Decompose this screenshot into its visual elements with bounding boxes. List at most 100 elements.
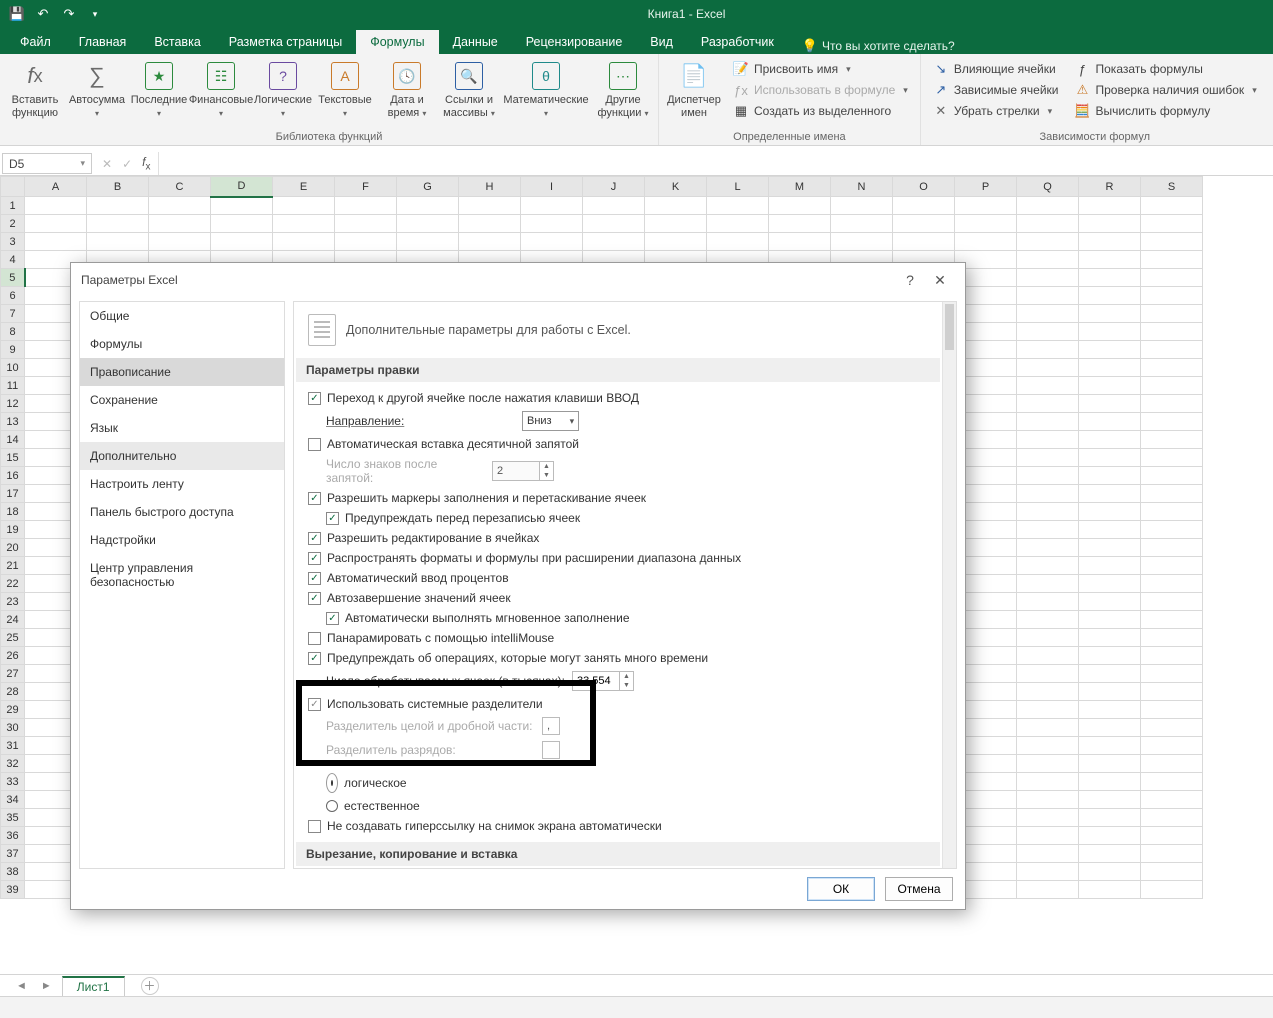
tab-review[interactable]: Рецензирование — [512, 30, 637, 54]
evaluate-icon: 🧮 — [1075, 103, 1091, 119]
insert-function-button[interactable]: fx Вставить функцию — [6, 57, 64, 131]
nav-advanced[interactable]: Дополнительно — [80, 442, 284, 470]
logical-icon: ? — [267, 60, 299, 92]
checkbox-move-after-enter[interactable] — [308, 392, 321, 405]
cancel-button[interactable]: Отмена — [885, 877, 953, 901]
fx-icon[interactable]: fx — [142, 155, 150, 172]
name-manager-icon: 📄 — [678, 60, 710, 92]
checkbox-system-separators[interactable] — [308, 698, 321, 711]
sheet-nav-next[interactable]: ► — [37, 980, 56, 992]
checkbox-edit-in-cell[interactable] — [308, 532, 321, 545]
trace-prec-icon: ↘ — [933, 61, 949, 77]
name-box[interactable]: D5▾ — [2, 153, 92, 174]
tab-file[interactable]: Файл — [6, 30, 65, 54]
trace-dependents-button[interactable]: ↗Зависимые ячейки — [927, 80, 1065, 100]
tab-insert[interactable]: Вставка — [140, 30, 214, 54]
function-library-label: Библиотека функций — [6, 131, 652, 145]
radio-logical[interactable] — [326, 773, 338, 793]
use-in-formula-button[interactable]: ƒxИспользовать в формуле — [727, 80, 914, 100]
nav-formulas[interactable]: Формулы — [80, 330, 284, 358]
enter-icon[interactable]: ✓ — [122, 157, 132, 171]
tab-formulas[interactable]: Формулы — [356, 30, 438, 54]
close-button[interactable]: ✕ — [925, 272, 955, 289]
selection-icon: ▦ — [733, 103, 749, 119]
tab-developer[interactable]: Разработчик — [687, 30, 788, 54]
nav-save[interactable]: Сохранение — [80, 386, 284, 414]
decimal-sep-input[interactable] — [542, 717, 560, 735]
dialog-titlebar: Параметры Excel ? ✕ — [71, 263, 965, 297]
cells-thousands-spinner[interactable]: ▲▼ — [572, 671, 634, 691]
financial-functions-button[interactable]: ☷ Финансовые▾ — [192, 57, 250, 131]
checkbox-alert-overwrite[interactable] — [326, 512, 339, 525]
ribbon-tabs: Файл Главная Вставка Разметка страницы Ф… — [0, 28, 1273, 54]
nav-customize-ribbon[interactable]: Настроить ленту — [80, 470, 284, 498]
show-formulas-button[interactable]: ƒПоказать формулы — [1069, 59, 1263, 79]
tab-layout[interactable]: Разметка страницы — [215, 30, 356, 54]
trace-precedents-button[interactable]: ↘Влияющие ячейки — [927, 59, 1065, 79]
sheet-nav-prev[interactable]: ◄ — [12, 980, 31, 992]
create-from-selection-button[interactable]: ▦Создать из выделенного — [727, 101, 914, 121]
dialog-scrollbar[interactable] — [942, 302, 956, 868]
tab-home[interactable]: Главная — [65, 30, 141, 54]
defined-names-label: Определенные имена — [665, 131, 914, 145]
autosum-button[interactable]: ∑ Автосумма▾ — [68, 57, 126, 131]
redo-icon[interactable]: ↷ — [58, 3, 80, 25]
checkbox-auto-decimal[interactable] — [308, 438, 321, 451]
direction-select[interactable]: Вниз — [522, 411, 579, 431]
nav-trust-center[interactable]: Центр управления безопасностью — [80, 554, 284, 596]
clock-icon: 🕓 — [391, 60, 423, 92]
checkbox-percent-entry[interactable] — [308, 572, 321, 585]
define-name-button[interactable]: 📝Присвоить имя — [727, 59, 914, 79]
ribbon: fx Вставить функцию ∑ Автосумма▾ ★ После… — [0, 54, 1273, 146]
tab-data[interactable]: Данные — [439, 30, 512, 54]
decimal-places-spinner[interactable]: ▲▼ — [492, 461, 554, 481]
add-sheet-button[interactable]: ＋ — [141, 977, 159, 995]
help-button[interactable]: ? — [895, 272, 925, 288]
datetime-functions-button[interactable]: 🕓 Дата и время ▾ — [378, 57, 436, 131]
evaluate-formula-button[interactable]: 🧮Вычислить формулу — [1069, 101, 1263, 121]
formula-input[interactable] — [159, 152, 1273, 175]
checkbox-no-hyperlink-screenshot[interactable] — [308, 820, 321, 833]
name-manager-button[interactable]: 📄 Диспетчер имен — [665, 57, 723, 131]
undo-icon[interactable]: ↶ — [32, 3, 54, 25]
text-functions-button[interactable]: A Текстовые▾ — [316, 57, 374, 131]
lightbulb-icon: 💡 — [802, 38, 818, 54]
sheet-tab-bar: ◄ ► Лист1 ＋ — [0, 974, 1273, 996]
dialog-header: Дополнительные параметры для работы с Ex… — [346, 323, 631, 337]
checkbox-autocomplete[interactable] — [308, 592, 321, 605]
tell-me-label: Что вы хотите сделать? — [822, 39, 955, 53]
checkbox-fill-handle[interactable] — [308, 492, 321, 505]
qat-customize-icon[interactable]: ▾ — [84, 3, 106, 25]
nav-qat[interactable]: Панель быстрого доступа — [80, 498, 284, 526]
checkbox-intellimouse[interactable] — [308, 632, 321, 645]
tab-view[interactable]: Вид — [636, 30, 687, 54]
save-icon[interactable]: 💾 — [6, 3, 28, 25]
nav-proofing[interactable]: Правописание — [80, 358, 284, 386]
tell-me-search[interactable]: 💡 Что вы хотите сделать? — [788, 38, 969, 54]
ok-button[interactable]: ОК — [807, 877, 875, 901]
financial-icon: ☷ — [205, 60, 237, 92]
sheet-tab[interactable]: Лист1 — [62, 976, 125, 996]
more-functions-button[interactable]: ⋯ Другие функции ▾ — [594, 57, 652, 131]
lookup-functions-button[interactable]: 🔍 Ссылки и массивы ▾ — [440, 57, 498, 131]
nav-addins[interactable]: Надстройки — [80, 526, 284, 554]
nav-general[interactable]: Общие — [80, 302, 284, 330]
checkbox-flash-fill[interactable] — [326, 612, 339, 625]
logical-functions-button[interactable]: ? Логические▾ — [254, 57, 312, 131]
recent-functions-button[interactable]: ★ Последние▾ — [130, 57, 188, 131]
remove-arrows-button[interactable]: ✕Убрать стрелки — [927, 101, 1065, 121]
sigma-icon: ∑ — [81, 60, 113, 92]
checkbox-extend-formats[interactable] — [308, 552, 321, 565]
cancel-icon[interactable]: ✕ — [102, 157, 112, 171]
math-functions-button[interactable]: θ Математические▾ — [502, 57, 590, 131]
checkbox-warn-long-ops[interactable] — [308, 652, 321, 665]
thousand-sep-input[interactable] — [542, 741, 560, 759]
math-icon: θ — [530, 60, 562, 92]
lookup-icon: 🔍 — [453, 60, 485, 92]
section-editing: Параметры правки — [296, 358, 940, 382]
section-cut-copy-paste: Вырезание, копирование и вставка — [296, 842, 940, 866]
nav-language[interactable]: Язык — [80, 414, 284, 442]
radio-natural[interactable] — [326, 800, 338, 812]
error-checking-button[interactable]: ⚠Проверка наличия ошибок — [1069, 80, 1263, 100]
text-icon: A — [329, 60, 361, 92]
